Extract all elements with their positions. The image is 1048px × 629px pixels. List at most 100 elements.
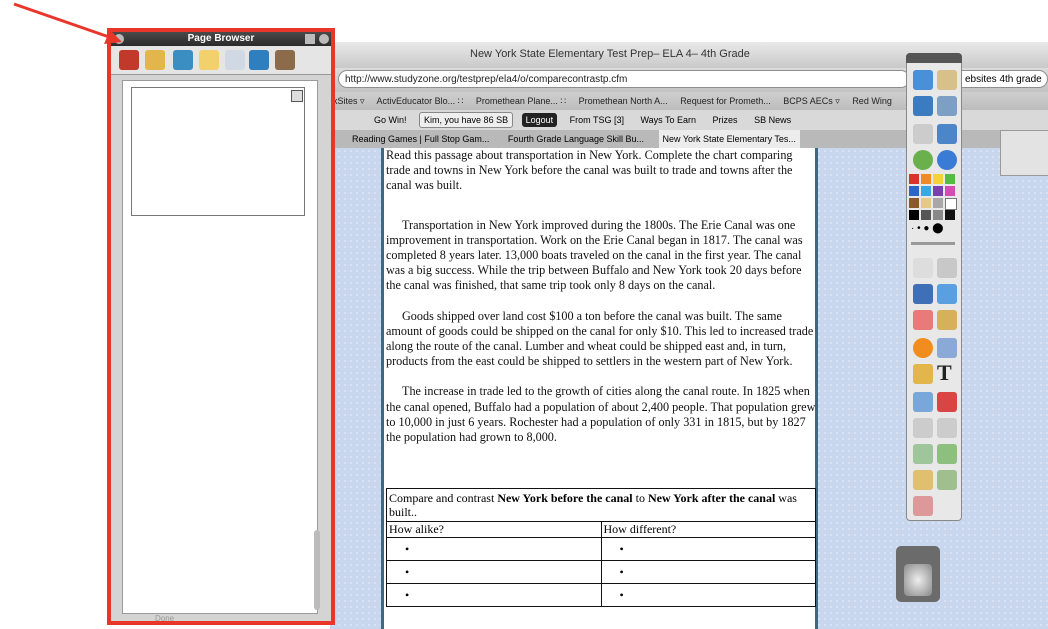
clipart-icon[interactable]: [913, 364, 933, 384]
highlighter-icon[interactable]: [937, 284, 957, 304]
next-page-icon[interactable]: [937, 124, 957, 144]
profile-icon[interactable]: [913, 96, 933, 116]
color-swatch[interactable]: [945, 198, 957, 210]
table-row: • •: [387, 584, 815, 606]
trash-icon[interactable]: [904, 564, 932, 596]
color-swatch[interactable]: [921, 186, 931, 196]
tsg-button[interactable]: From TSG [3]: [566, 113, 628, 127]
library-icon[interactable]: [173, 50, 193, 70]
pen-width-selector[interactable]: · • ● ⬤: [911, 224, 955, 234]
bullet-cell[interactable]: •: [602, 538, 816, 560]
color-swatch[interactable]: [945, 186, 955, 196]
compare-table: Compare and contrast New York before the…: [386, 488, 816, 607]
clipboard-icon[interactable]: [145, 50, 165, 70]
settings-icon[interactable]: [319, 34, 329, 44]
tab-language-skill[interactable]: Fourth Grade Language Skill Bu...: [504, 130, 648, 148]
fill-icon[interactable]: [913, 392, 933, 412]
camera-icon[interactable]: [913, 470, 933, 490]
table-header-row: How alike? How different?: [387, 522, 815, 538]
passage-intro: Read this passage about transportation i…: [386, 148, 793, 193]
bullet-cell[interactable]: •: [387, 538, 602, 560]
bookmark-item[interactable]: Promethean North A...: [579, 96, 668, 106]
tools-menu-icon[interactable]: [937, 258, 957, 278]
browsers-icon[interactable]: [937, 70, 957, 90]
table-row: • •: [387, 561, 815, 584]
bookmark-item[interactable]: BCPS AECs ▿: [783, 96, 840, 106]
spinner-icon[interactable]: [249, 50, 269, 70]
color-swatch[interactable]: [921, 210, 931, 220]
eraser-icon[interactable]: [913, 310, 933, 330]
page-thumbnail[interactable]: [131, 87, 305, 216]
chart-icon[interactable]: [913, 444, 933, 464]
sb-news-button[interactable]: SB News: [750, 113, 795, 127]
bookmark-item[interactable]: ActivEducator Blo... ∷: [377, 96, 464, 106]
color-swatch[interactable]: [921, 174, 931, 184]
compare-mid: to: [632, 491, 648, 505]
passage-paragraph-1: Transportation in New York improved duri…: [386, 217, 803, 293]
previous-page-icon[interactable]: [913, 124, 933, 144]
undo-icon[interactable]: [913, 418, 933, 438]
bar-chart-icon[interactable]: [937, 444, 957, 464]
bookmark-item[interactable]: rkSites ▿: [330, 96, 365, 106]
reset-icon[interactable]: [937, 392, 957, 412]
points-badge: Kim, you have 86 SB: [419, 112, 514, 128]
connector-icon[interactable]: [937, 338, 957, 358]
bullet-cell[interactable]: •: [602, 561, 816, 583]
address-bar[interactable]: http://www.studyzone.org/testprep/ela4/o…: [338, 70, 910, 88]
color-swatch[interactable]: [909, 210, 919, 220]
annotation-arrow-icon: [13, 2, 122, 44]
go-win-button[interactable]: Go Win!: [370, 113, 411, 127]
table-row: • •: [387, 538, 815, 561]
tab-reading-games[interactable]: Reading Games | Full Stop Gam...: [348, 130, 493, 148]
bullet-cell[interactable]: •: [387, 584, 602, 606]
play-icon[interactable]: [913, 150, 933, 170]
passage: Read this passage about transportation i…: [386, 148, 816, 460]
design-mode-icon[interactable]: [937, 96, 957, 116]
pen-icon[interactable]: [913, 284, 933, 304]
panel-scrollbar[interactable]: [314, 530, 320, 610]
toolbox-handle[interactable]: [906, 53, 962, 63]
bullet-cell[interactable]: •: [387, 561, 602, 583]
clear-icon[interactable]: [913, 496, 933, 516]
prizes-button[interactable]: Prizes: [709, 113, 742, 127]
bookmark-item[interactable]: Promethean Plane... ∷: [476, 96, 566, 106]
magic-ink-icon[interactable]: [937, 310, 957, 330]
main-menu-icon[interactable]: [913, 70, 933, 90]
logout-button[interactable]: Logout: [521, 113, 558, 127]
color-swatch[interactable]: [933, 198, 943, 208]
menu-icon[interactable]: [305, 34, 315, 44]
column-header-different: How different?: [603, 522, 677, 536]
bookmark-item[interactable]: Request for Prometh...: [680, 96, 771, 106]
color-swatch[interactable]: [909, 186, 919, 196]
mini-window[interactable]: [1000, 130, 1048, 176]
bookmark-item[interactable]: Red Wing: [852, 96, 892, 106]
width-slider[interactable]: [911, 242, 955, 245]
color-swatch[interactable]: [909, 198, 919, 208]
floating-toolbox: · • ● ⬤ T: [906, 53, 962, 521]
shape-icon[interactable]: [913, 338, 933, 358]
compare-prefix: Compare and contrast: [389, 491, 498, 505]
color-swatch[interactable]: [933, 174, 943, 184]
color-swatch[interactable]: [933, 186, 943, 196]
bullet-cell[interactable]: •: [602, 584, 816, 606]
redo-icon[interactable]: [937, 418, 957, 438]
color-swatch[interactable]: [933, 210, 943, 220]
page-options-icon[interactable]: [291, 90, 303, 102]
compare-prompt: Compare and contrast New York before the…: [387, 489, 815, 522]
document-icon[interactable]: [225, 50, 245, 70]
color-swatch[interactable]: [945, 174, 955, 184]
web-browser-icon[interactable]: [937, 150, 957, 170]
compare-before: New York before the canal: [497, 491, 633, 505]
delete-page-icon[interactable]: [937, 470, 957, 490]
notes-icon[interactable]: [199, 50, 219, 70]
color-swatch[interactable]: [921, 198, 931, 208]
color-swatch[interactable]: [909, 174, 919, 184]
ways-to-earn-button[interactable]: Ways To Earn: [637, 113, 701, 127]
tab-ny-test-prep[interactable]: New York State Elementary Tes...: [658, 130, 800, 148]
tools-icon[interactable]: [275, 50, 295, 70]
panel-toolbar: [111, 46, 331, 75]
status-text: Done: [155, 614, 175, 623]
text-tool-icon[interactable]: T: [937, 360, 952, 386]
color-swatch[interactable]: [945, 210, 955, 220]
select-icon[interactable]: [913, 258, 933, 278]
